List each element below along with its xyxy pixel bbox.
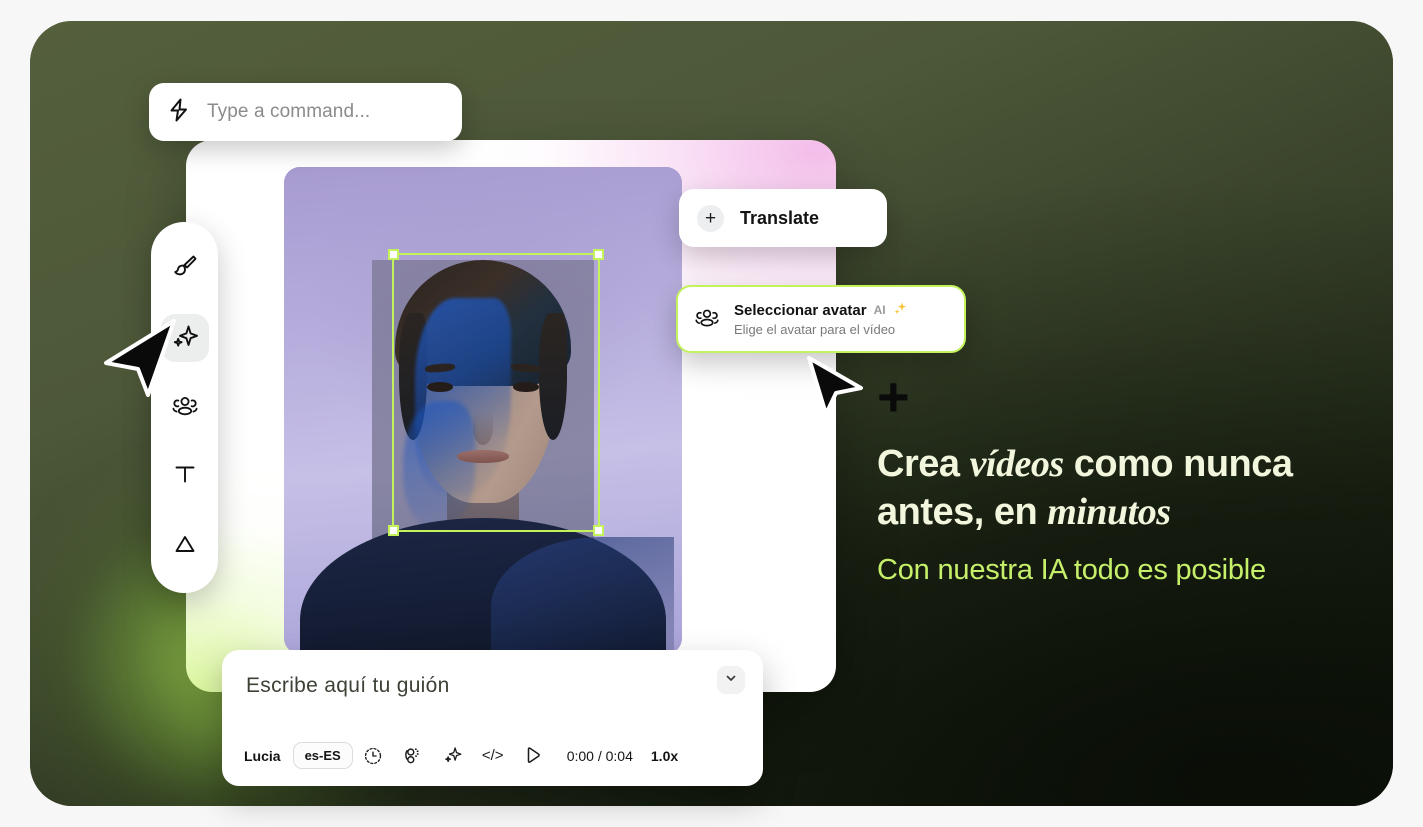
playback-time-label: 0:00 / 0:04 [566,747,633,764]
lightning-bolt-icon [167,97,191,128]
translate-label: Translate [740,207,820,228]
script-input-placeholder[interactable]: Escribe aquí tu guión [246,674,450,698]
portrait-lips [457,450,509,464]
select-avatar-title-row: Seleccionar avatar AI [734,301,908,319]
script-card: Escribe aquí tu guión Lucia es-ES </> 0:… [222,650,763,786]
tool-button-avatars[interactable] [161,383,209,431]
tool-button-text[interactable] [161,453,209,501]
script-toolbar: Lucia es-ES </> 0:00 / 0:04 1.0x [244,742,678,769]
select-avatar-text-block: Seleccionar avatar AI Elige el avatar pa… [734,301,908,337]
headline-part-4-italic: minutos [1047,491,1171,534]
portrait-blue-light-2 [403,400,476,528]
marketing-headline: Crea vídeos como nunca antes, en minutos [877,440,1297,537]
sparkle-icon-button[interactable] [433,745,473,766]
command-bar[interactable]: Type a command... [149,83,462,141]
plus-icon[interactable]: + [697,204,724,232]
plus-decoration: + [877,365,910,428]
text-t-icon [171,460,199,493]
command-input-placeholder[interactable]: Type a command... [207,101,370,123]
language-badge[interactable]: es-ES [292,742,353,769]
code-brackets-icon-button[interactable]: </> [473,747,513,764]
script-collapse-button[interactable] [717,666,745,694]
portrait-eye-right [513,382,539,392]
marketing-block: + Crea vídeos como nunca antes, en minut… [877,365,1297,589]
portrait-nose [473,410,493,445]
tool-button-shape[interactable] [161,522,209,570]
select-avatar-title: Seleccionar avatar [734,301,867,319]
people-group-icon [694,304,720,335]
tool-rail [151,222,218,593]
people-group-icon [171,391,199,424]
portrait-hair-right [538,313,567,440]
triangle-icon [171,530,199,563]
headline-part-1: Crea [877,442,970,485]
tool-button-magic[interactable] [160,314,209,363]
code-brackets-label: </> [481,747,504,764]
tool-button-brush[interactable] [161,245,209,293]
translate-card[interactable]: + Translate [679,189,887,247]
voice-name-label[interactable]: Lucia [244,748,281,764]
video-canvas[interactable] [284,167,682,654]
chevron-down-icon [724,671,738,690]
ai-badge-label: AI [873,303,886,317]
marketing-subline: Con nuestra IA todo es posible [877,553,1266,586]
portrait-eye-left [427,382,453,392]
clock-dashed-icon-button[interactable] [353,746,393,766]
brush-icon [171,252,199,285]
play-icon-button[interactable] [513,745,553,766]
playback-speed-label[interactable]: 1.0x [651,748,678,764]
headline-part-2-italic: vídeos [969,442,1065,485]
sparkle-icon [170,321,200,356]
sparkles-emoji-icon [893,301,908,319]
select-avatar-subtitle: Elige el avatar para el vídeo [734,322,896,337]
pause-dots-icon-button[interactable] [393,745,433,766]
select-avatar-card[interactable]: Seleccionar avatar AI Elige el avatar pa… [676,285,966,353]
